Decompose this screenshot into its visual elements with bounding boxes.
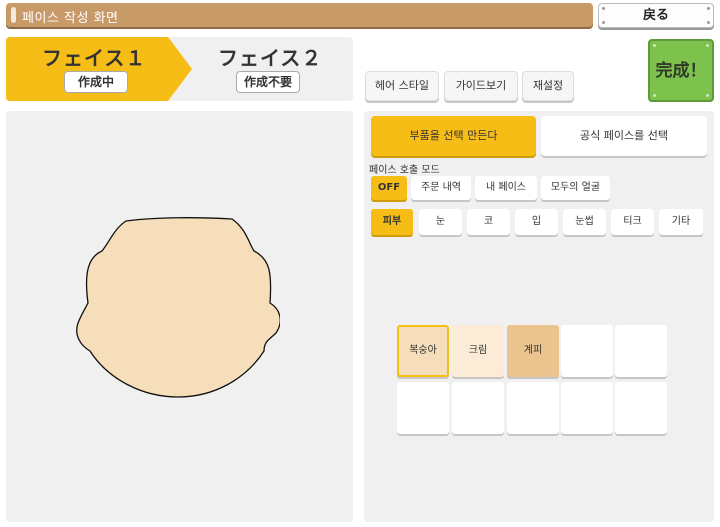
back-button[interactable]: 戻る [598,3,714,28]
skin-swatch-cream[interactable]: 크림 [452,325,504,377]
skin-swatch-empty[interactable] [507,382,559,434]
title-bar: 페이스 작성 화면 [6,3,593,27]
parts-tab-skin[interactable]: 피부 [371,209,413,235]
tab-face-1[interactable]: フェイス１ 作成中 [6,37,192,101]
skin-swatch-empty[interactable] [561,382,613,434]
call-mode-my-face[interactable]: 내 페이스 [475,176,537,200]
skin-swatch-cinnamon[interactable]: 계피 [507,325,559,377]
parts-tab-other[interactable]: 기타 [659,209,703,235]
done-button[interactable]: 完成！ [648,39,714,102]
skin-swatch-empty[interactable] [452,382,504,434]
call-mode-order-history[interactable]: 주문 내역 [411,176,471,200]
parts-tab-nose[interactable]: 코 [467,209,510,235]
skin-swatch-peach[interactable]: 복숭아 [397,325,449,377]
window-title: 페이스 작성 화면 [22,11,119,26]
select-parts-mode-button[interactable]: 부품을 선택 만든다 [371,116,536,156]
skin-swatch-empty[interactable] [561,325,613,377]
tab-face-1-label: フェイス１ [42,46,147,70]
call-mode-label: 페이스 호출 모드 [369,165,440,176]
skin-swatch-empty[interactable] [615,382,667,434]
parts-tab-mouth[interactable]: 입 [515,209,558,235]
face-preview [76,217,280,398]
call-mode-everyone-face[interactable]: 모두의 얼굴 [541,176,610,200]
reset-button[interactable]: 재설정 [522,71,574,101]
back-button-label: 戻る [642,8,669,23]
skin-swatch-empty[interactable] [397,382,449,434]
hair-style-button[interactable]: 헤어 스타일 [365,71,439,101]
parts-tab-eyes[interactable]: 눈 [419,209,462,235]
parts-tab-cheek[interactable]: 티크 [611,209,654,235]
tab-face-2-status: 作成不要 [236,71,300,93]
face-skin-shape [76,217,280,398]
tab-face-1-status: 作成中 [64,71,128,93]
grip-icon [11,7,16,23]
tab-face-2[interactable]: フェイス２ 作成不要 [192,37,353,101]
official-face-mode-button[interactable]: 공식 페이스를 선택 [541,116,707,156]
skin-swatch-empty[interactable] [615,325,667,377]
parts-tab-eyebrows[interactable]: 눈썹 [563,209,606,235]
guide-view-button[interactable]: 가이드보기 [444,71,518,101]
done-button-label: 完成！ [655,61,707,81]
call-mode-off[interactable]: OFF [371,176,407,200]
tab-face-2-label: フェイス２ [218,46,323,70]
face-preview-canvas[interactable] [6,111,353,522]
